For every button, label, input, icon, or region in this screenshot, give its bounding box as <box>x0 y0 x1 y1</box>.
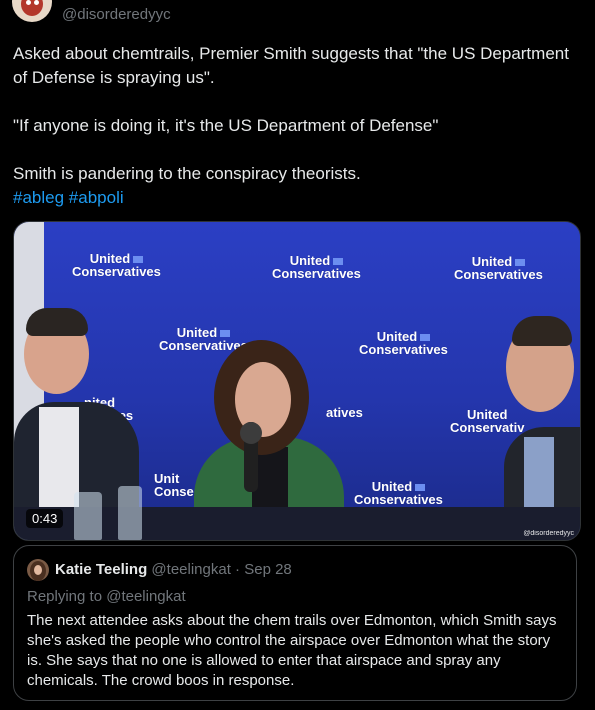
replying-to: Replying to @teelingkat <box>27 588 186 605</box>
quoted-author-handle[interactable]: @teelingkat <box>151 561 230 578</box>
avatar-eye <box>34 0 39 5</box>
quoted-tweet[interactable]: Katie Teeling @teelingkat · Sep 28 Reply… <box>13 545 577 701</box>
video-duration: 0:43 <box>26 509 64 528</box>
hashtag-row: #ableg #abpoli <box>13 186 578 210</box>
backdrop-logo-partial: United Conservativ <box>450 407 525 435</box>
backdrop-logo: United Conservatives <box>354 479 443 507</box>
water-glass <box>74 492 102 540</box>
backdrop-logo: United Conservatives <box>359 329 448 357</box>
tweet-paragraph: "If anyone is doing it, it's the US Depa… <box>13 116 439 135</box>
avatar-face <box>21 0 43 16</box>
author-handle[interactable]: @disorderedyyc <box>62 6 171 23</box>
quoted-text: The next attendee asks about the chem tr… <box>27 612 557 689</box>
backdrop-logo-partial: atives <box>326 405 363 420</box>
water-bottle <box>118 486 142 540</box>
tweet-paragraph: Smith is pandering to the conspiracy the… <box>13 164 361 183</box>
backdrop-logo-partial: Unit Conse <box>154 471 194 499</box>
quoted-header: Katie Teeling @teelingkat · Sep 28 <box>55 561 292 579</box>
backdrop-logo: United Conservatives <box>272 253 361 281</box>
quoted-separator: · <box>235 561 241 578</box>
quoted-author-avatar[interactable] <box>27 559 49 581</box>
avatar-eye <box>26 0 31 5</box>
backdrop-logo: United Conservatives <box>454 254 543 282</box>
hashtag-ableg[interactable]: #ableg <box>13 188 64 207</box>
backdrop-logo: United Conservatives <box>159 325 248 353</box>
tweet-paragraph: Asked about chemtrails, Premier Smith su… <box>13 44 569 87</box>
quoted-author-name[interactable]: Katie Teeling <box>55 561 147 578</box>
quoted-date[interactable]: Sep 28 <box>244 561 292 578</box>
hashtag-abpoli[interactable]: #abpoli <box>69 188 124 207</box>
video-watermark: @disorderedyyc <box>523 530 574 537</box>
video-player[interactable]: United Conservatives United Conservatives … <box>13 221 581 541</box>
backdrop-logo: United Conservatives <box>72 251 161 279</box>
tweet-text: Asked about chemtrails, Premier Smith su… <box>13 42 578 210</box>
author-avatar[interactable] <box>12 0 52 22</box>
